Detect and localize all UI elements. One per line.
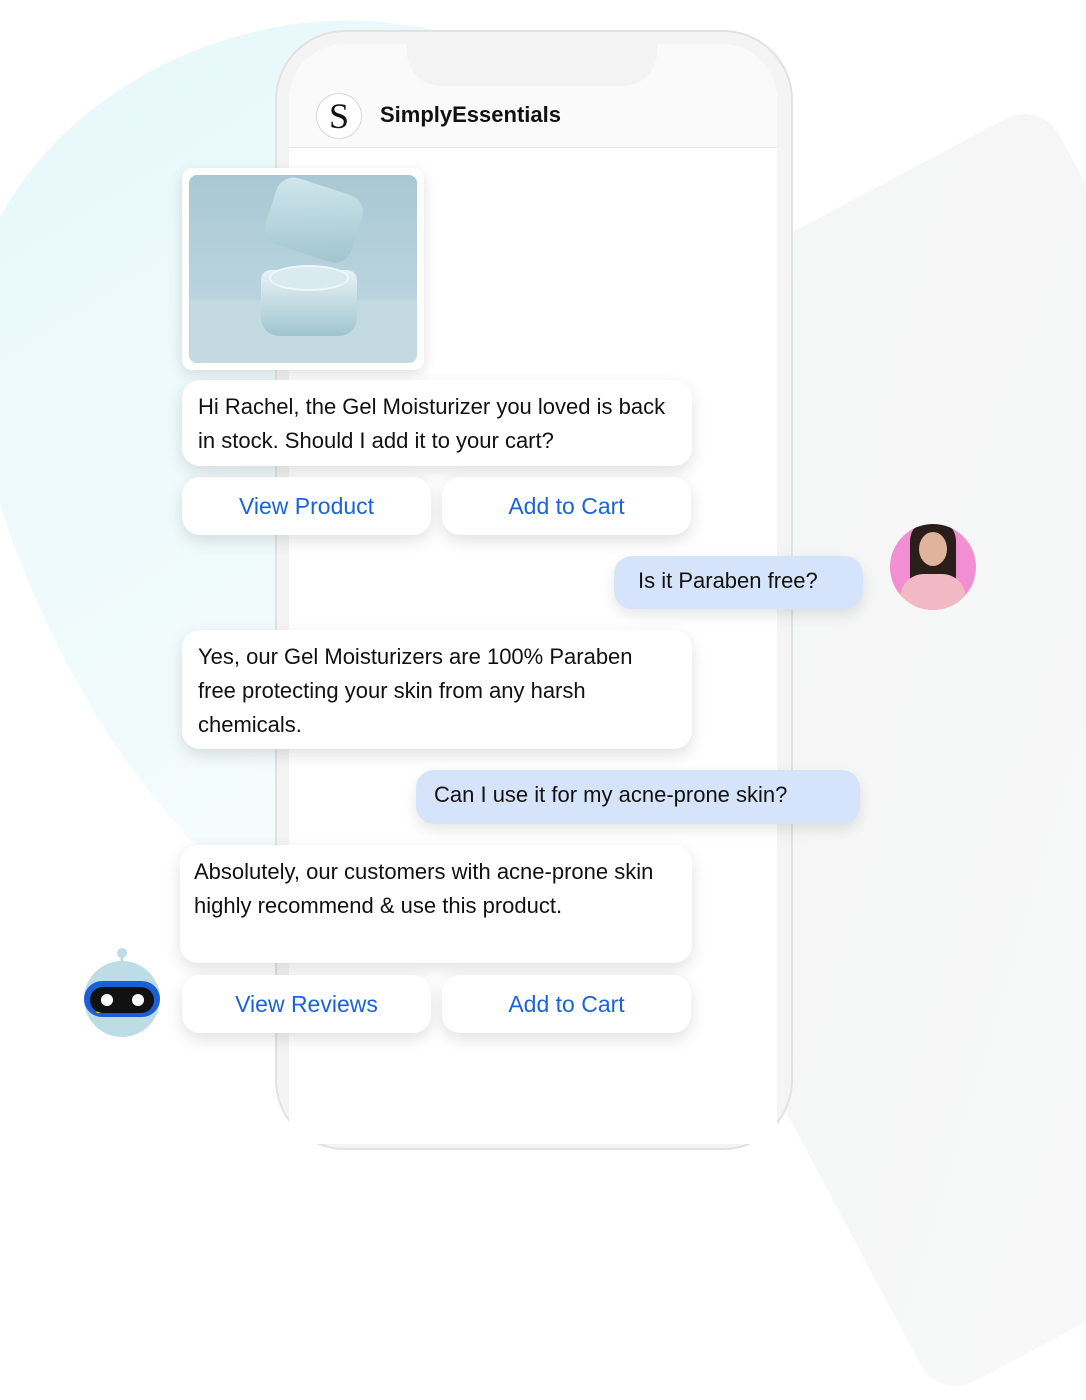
view-product-button[interactable]: View Product [182,477,431,535]
brand-name: SimplyEssentials [380,102,561,127]
bot-message: Absolutely, our customers with acne-pron… [180,845,692,963]
view-reviews-button[interactable]: View Reviews [182,975,431,1033]
gel-moisturizer-jar-image [189,175,417,363]
phone-notch [407,44,657,86]
add-to-cart-button[interactable]: Add to Cart [442,477,691,535]
product-image-card[interactable] [182,168,424,370]
user-message: Can I use it for my acne-prone skin? [416,770,860,824]
add-to-cart-button[interactable]: Add to Cart [442,975,691,1033]
bot-message: Yes, our Gel Moisturizers are 100% Parab… [182,630,692,749]
bot-message: Hi Rachel, the Gel Moisturizer you loved… [182,380,692,466]
brand-logo: S [316,93,362,139]
robot-icon [84,948,160,1037]
user-avatar [890,524,976,610]
chat-header: S SimplyEssentials [289,44,777,148]
user-message: Is it Paraben free? [614,556,863,609]
